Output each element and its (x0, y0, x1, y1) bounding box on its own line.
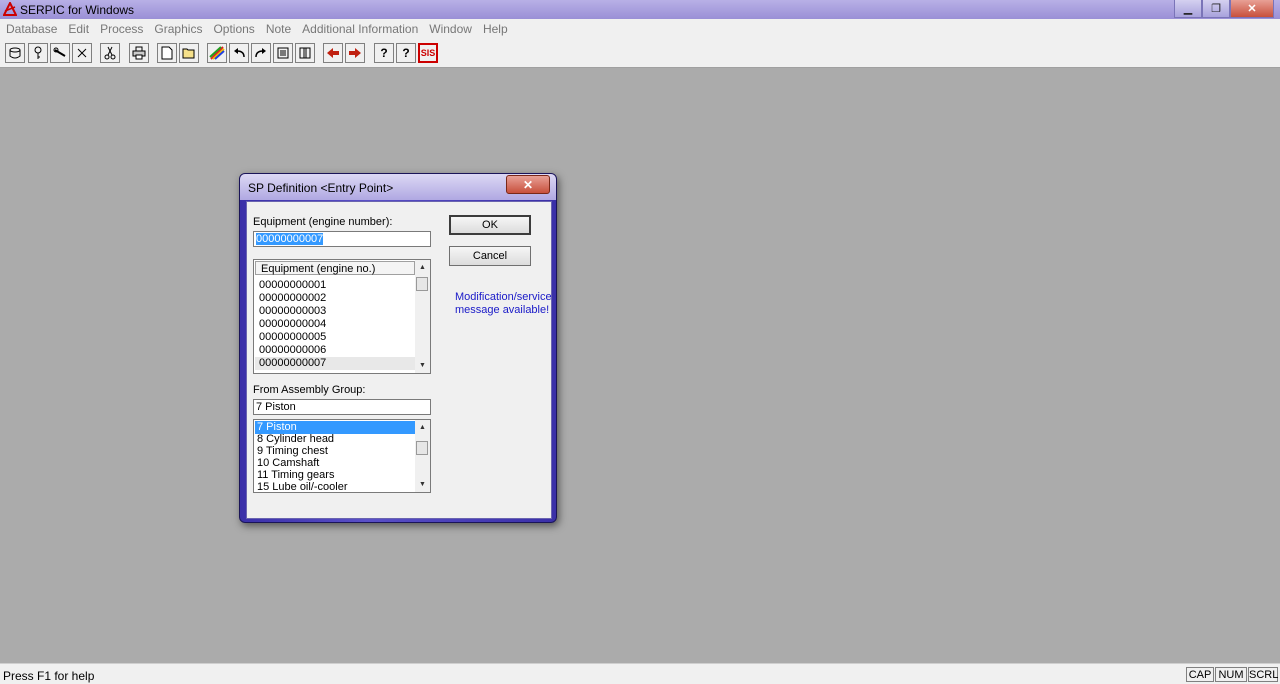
list-item[interactable]: 15 Lube oil/-cooler (257, 481, 348, 492)
modification-message-line1: Modification/service (455, 291, 552, 303)
toolbar: ? ? SIS (0, 40, 1280, 68)
status-help-text: Press F1 for help (3, 669, 95, 683)
scroll-thumb[interactable] (416, 441, 428, 455)
assembly-input[interactable]: 7 Piston (253, 399, 431, 415)
scissors-icon (104, 46, 116, 60)
status-scrl-indicator: SCRL (1248, 667, 1279, 682)
pointer-question-icon: ? (402, 46, 410, 60)
list-icon (277, 47, 289, 59)
menu-options[interactable]: Options (207, 19, 259, 36)
tool-database-button[interactable] (5, 43, 25, 63)
arrow-left-icon (327, 48, 339, 58)
sis-icon: SIS (420, 48, 436, 58)
list-item-selected[interactable]: 00000000007 (255, 357, 419, 370)
modification-message[interactable]: Modification/service message available! (455, 291, 555, 317)
tool-color-button[interactable] (207, 43, 227, 63)
tool-cut-button[interactable] (100, 43, 120, 63)
undo-icon (234, 48, 245, 58)
question-icon: ? (380, 46, 388, 60)
list-item[interactable]: 00000000001 (259, 279, 326, 292)
x-icon (77, 48, 87, 58)
list-item[interactable]: 00000000003 (259, 305, 326, 318)
maximize-icon: ❐ (1211, 3, 1221, 15)
workspace (0, 68, 1280, 662)
menu-note[interactable]: Note (260, 19, 296, 36)
list-item[interactable]: 00000000002 (259, 292, 326, 305)
tool-context-help-button[interactable]: ? (396, 43, 416, 63)
equipment-listbox[interactable]: Equipment (engine no.) 00000000001 00000… (253, 259, 431, 374)
arrow-right-icon (349, 48, 361, 58)
list-item[interactable]: 00000000005 (259, 331, 326, 344)
equipment-label: Equipment (engine number): (253, 216, 393, 228)
list-item[interactable]: 00000000004 (259, 318, 326, 331)
scroll-thumb[interactable] (416, 277, 428, 291)
menu-graphics[interactable]: Graphics (148, 19, 207, 36)
menu-help[interactable]: Help (477, 19, 513, 36)
modification-message-line2: message available! (455, 304, 550, 316)
sp-definition-dialog: SP Definition <Entry Point> ✕ Equipment … (239, 173, 557, 523)
dialog-title: SP Definition <Entry Point> (248, 181, 394, 195)
minimize-button[interactable]: ▁ (1174, 0, 1202, 18)
dialog-title-bar[interactable]: SP Definition <Entry Point> ✕ (240, 174, 556, 200)
window-title: SERPIC for Windows (20, 3, 135, 17)
dialog-close-button[interactable]: ✕ (506, 175, 550, 194)
assembly-listbox[interactable]: 7 Piston 8 Cylinder head 9 Timing chest … (253, 419, 431, 493)
wrench-icon (53, 47, 66, 57)
menu-database[interactable]: Database (0, 19, 62, 36)
menu-window[interactable]: Window (423, 19, 477, 36)
status-cap-indicator: CAP (1186, 667, 1214, 682)
dialog-body: Equipment (engine number): 00000000007 E… (246, 201, 552, 519)
title-bar: SERPIC for Windows ▁ ❐ ✕ (0, 0, 1280, 19)
assembly-label: From Assembly Group: (253, 384, 366, 396)
key-icon (34, 46, 42, 59)
menu-bar: Database Edit Process Graphics Options Note Ad… (0, 19, 1280, 40)
redo-icon (255, 48, 266, 58)
equipment-scrollbar[interactable]: ▲ ▼ (415, 260, 430, 373)
menu-process[interactable]: Process (94, 19, 148, 36)
tool-wrench-button[interactable] (50, 43, 70, 63)
scroll-up-icon[interactable]: ▲ (415, 261, 430, 274)
menu-additional-information[interactable]: Additional Information (296, 19, 423, 36)
columns-icon (299, 47, 311, 59)
menu-edit[interactable]: Edit (62, 19, 94, 36)
app-logo-icon (3, 2, 17, 16)
scroll-down-icon[interactable]: ▼ (415, 359, 430, 372)
tool-sis-button[interactable]: SIS (418, 43, 438, 63)
rainbow-icon (209, 46, 225, 60)
tool-open-button[interactable] (179, 43, 199, 63)
status-bar: Press F1 for help CAP NUM SCRL (0, 663, 1280, 684)
tool-columns-button[interactable] (295, 43, 315, 63)
tool-list-button[interactable] (273, 43, 293, 63)
scroll-down-icon[interactable]: ▼ (415, 478, 430, 491)
maximize-button[interactable]: ❐ (1202, 0, 1230, 18)
assembly-scrollbar[interactable]: ▲ ▼ (415, 420, 430, 492)
tool-forward-button[interactable] (345, 43, 365, 63)
list-item[interactable]: 00000000006 (259, 344, 326, 357)
status-num-indicator: NUM (1215, 667, 1247, 682)
open-folder-icon (182, 48, 195, 59)
tool-redo-button[interactable] (251, 43, 271, 63)
close-icon: ✕ (1247, 3, 1257, 15)
equipment-input-value: 00000000007 (256, 233, 324, 245)
tool-delete-button[interactable] (72, 43, 92, 63)
close-button[interactable]: ✕ (1230, 0, 1274, 18)
minimize-icon: ▁ (1183, 3, 1193, 15)
new-document-icon (161, 46, 173, 60)
tool-key-button[interactable] (28, 43, 48, 63)
tool-new-button[interactable] (157, 43, 177, 63)
ok-button[interactable]: OK (449, 215, 531, 235)
tool-help-button[interactable]: ? (374, 43, 394, 63)
tool-back-button[interactable] (323, 43, 343, 63)
close-icon: ✕ (522, 177, 534, 192)
tool-print-button[interactable] (129, 43, 149, 63)
equipment-list-header[interactable]: Equipment (engine no.) (255, 261, 415, 275)
printer-icon (132, 46, 146, 60)
tool-undo-button[interactable] (229, 43, 249, 63)
database-icon (9, 47, 21, 59)
scroll-up-icon[interactable]: ▲ (415, 421, 430, 434)
equipment-input[interactable]: 00000000007 (253, 231, 431, 247)
cancel-button[interactable]: Cancel (449, 246, 531, 266)
